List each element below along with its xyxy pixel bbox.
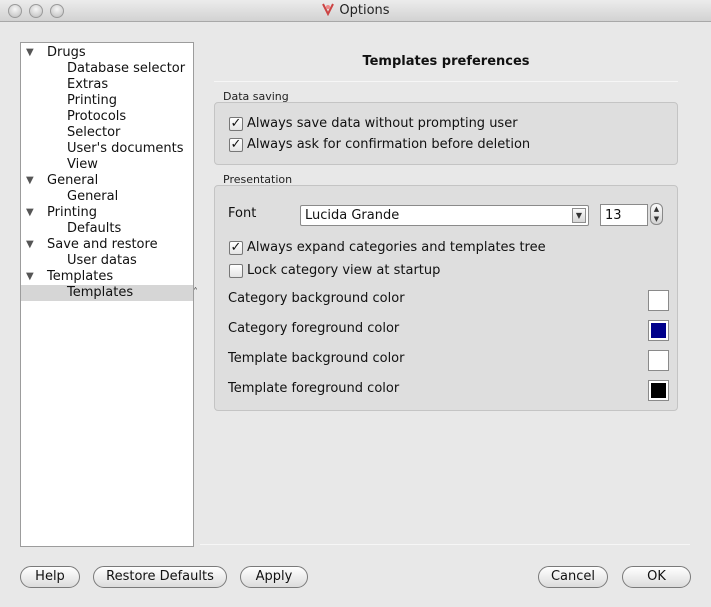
tree-item[interactable]: User datas: [21, 253, 193, 269]
tree-item-label: Extras: [67, 77, 109, 92]
always-save-label: Always save data without prompting user: [247, 116, 518, 131]
template-bg-color-label: Template background color: [228, 351, 405, 366]
chevron-down-icon[interactable]: ▼: [572, 208, 586, 223]
tree-item-label: User's documents: [67, 141, 184, 156]
tree-item-label: Save and restore: [47, 237, 158, 252]
preferences-tree[interactable]: ▼ Drugs Database selector Extras Printing Pro…: [20, 42, 194, 547]
apply-button[interactable]: Apply: [240, 566, 308, 588]
title-bar: Options: [0, 0, 711, 22]
tree-item-label: Selector: [67, 125, 121, 140]
tree-item-label: Templates: [47, 269, 114, 284]
app-logo-icon: [321, 2, 335, 17]
font-select[interactable]: Lucida Grande ▼: [300, 205, 589, 226]
category-bg-color-label: Category background color: [228, 291, 405, 306]
always-save-checkbox[interactable]: ✓: [229, 117, 243, 131]
tree-category[interactable]: ▼ Templates: [21, 269, 193, 285]
tree-item-label: User datas: [67, 253, 137, 268]
lock-view-checkbox[interactable]: [229, 264, 243, 278]
cancel-button[interactable]: Cancel: [538, 566, 608, 588]
tree-item-label: Protocols: [67, 109, 127, 124]
tree-item-label: General: [47, 173, 99, 188]
confirm-deletion-label: Always ask for confirmation before delet…: [247, 137, 531, 152]
tree-item[interactable]: Protocols: [21, 109, 193, 125]
tree-item[interactable]: General: [21, 189, 193, 205]
disclosure-expanded-icon[interactable]: ▼: [26, 237, 34, 253]
tree-item-label: Database selector: [67, 61, 186, 76]
collapse-caret-icon[interactable]: ˄: [193, 287, 198, 298]
tree-item[interactable]: Extras: [21, 77, 193, 93]
expand-tree-label: Always expand categories and templates t…: [247, 240, 546, 255]
tree-item[interactable]: User's documents: [21, 141, 193, 157]
tree-item[interactable]: Printing: [21, 93, 193, 109]
disclosure-expanded-icon[interactable]: ▼: [26, 45, 34, 61]
restore-defaults-button[interactable]: Restore Defaults: [93, 566, 227, 588]
font-label: Font: [228, 206, 257, 221]
template-bg-color-swatch[interactable]: [648, 350, 669, 371]
tree-item-label: General: [67, 189, 119, 204]
tree-category[interactable]: ▼ General: [21, 173, 193, 189]
tree-item[interactable]: View: [21, 157, 193, 173]
lock-view-label: Lock category view at startup: [247, 263, 441, 278]
tree-category[interactable]: ▼ Printing: [21, 205, 193, 221]
disclosure-expanded-icon[interactable]: ▼: [26, 173, 34, 189]
category-bg-color-swatch[interactable]: [648, 290, 669, 311]
font-size-stepper[interactable]: ▲ ▼: [650, 203, 663, 225]
tree-item-label: Templates: [67, 285, 134, 300]
confirm-deletion-checkbox[interactable]: ✓: [229, 138, 243, 152]
tree-item[interactable]: Selector: [21, 125, 193, 141]
tree-item-label: Printing: [67, 93, 118, 108]
ok-button[interactable]: OK: [622, 566, 691, 588]
disclosure-expanded-icon[interactable]: ▼: [26, 269, 34, 285]
divider: [214, 81, 678, 82]
font-select-value: Lucida Grande: [305, 208, 400, 223]
font-size-value: 13: [605, 208, 622, 223]
divider: [200, 544, 690, 545]
window-title: Options: [339, 3, 390, 18]
tree-item[interactable]: Database selector: [21, 61, 193, 77]
tree-category[interactable]: ▼ Drugs: [21, 45, 193, 61]
category-fg-color-swatch[interactable]: [648, 320, 669, 341]
category-fg-color-label: Category foreground color: [228, 321, 400, 336]
help-button[interactable]: Help: [20, 566, 80, 588]
tree-item-label: Defaults: [67, 221, 122, 236]
expand-tree-checkbox[interactable]: ✓: [229, 241, 243, 255]
template-fg-color-label: Template foreground color: [228, 381, 400, 396]
page-title: Templates preferences: [362, 54, 530, 69]
template-fg-color-swatch[interactable]: [648, 380, 669, 401]
tree-item-label: Drugs: [47, 45, 86, 60]
font-size-input[interactable]: 13: [600, 204, 648, 226]
tree-item[interactable]: Defaults: [21, 221, 193, 237]
data-saving-group: [214, 102, 678, 165]
tree-item-label: Printing: [47, 205, 98, 220]
disclosure-expanded-icon[interactable]: ▼: [26, 205, 34, 221]
tree-item[interactable]: Templates: [21, 285, 193, 301]
tree-item-label: View: [67, 157, 98, 172]
tree-category[interactable]: ▼ Save and restore: [21, 237, 193, 253]
